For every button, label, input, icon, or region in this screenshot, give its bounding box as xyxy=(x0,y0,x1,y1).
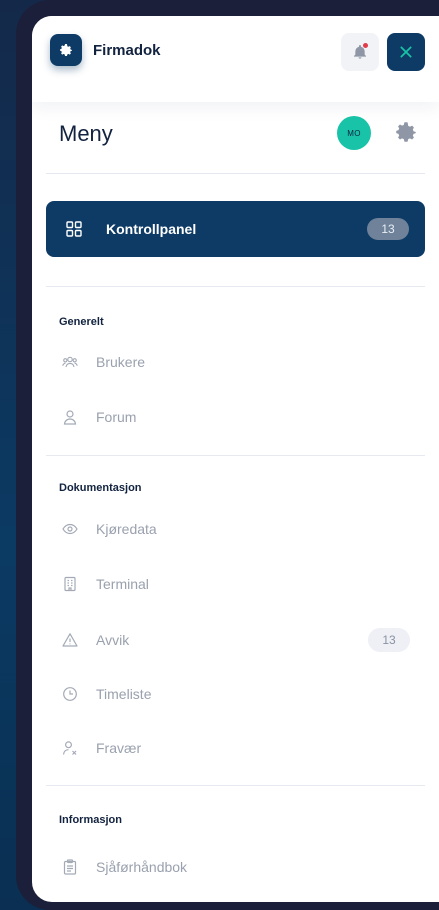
menu-item-label: Forum xyxy=(96,409,137,425)
menu-item-label: Avvik xyxy=(96,632,130,648)
menu-item-brukere[interactable]: Brukere xyxy=(46,342,425,382)
notifications-button[interactable] xyxy=(341,33,379,71)
menu-item-label: Fravær xyxy=(96,740,142,756)
divider xyxy=(46,455,425,456)
menu-item-terminal[interactable]: Terminal xyxy=(46,564,425,604)
divider xyxy=(46,785,425,786)
menu-item-kontrollpanel[interactable]: Kontrollpanel 13 xyxy=(46,201,425,257)
building-icon xyxy=(64,576,76,592)
close-icon xyxy=(400,46,412,58)
user-x-icon xyxy=(62,741,77,755)
menu-item-fravaer[interactable]: Fravær xyxy=(46,728,425,768)
gear-icon xyxy=(60,44,72,56)
settings-button[interactable] xyxy=(392,118,420,146)
close-menu-button[interactable] xyxy=(387,33,425,71)
notification-dot xyxy=(363,43,368,48)
section-title-dokumentasjon: Dokumentasjon xyxy=(59,482,142,494)
clipboard-icon xyxy=(63,859,77,875)
warning-icon xyxy=(62,633,78,647)
menu-item-label: Kontrollpanel xyxy=(106,221,197,237)
top-bar: Firmadok xyxy=(32,16,439,102)
menu-panel: Firmadok Meny MO Kontrollpanel 13 Genere… xyxy=(32,16,439,902)
user-icon xyxy=(63,410,77,425)
menu-item-label: Terminal xyxy=(96,576,149,592)
grid-icon xyxy=(66,221,82,237)
settings-gear-icon xyxy=(396,122,416,142)
divider xyxy=(46,286,425,287)
menu-item-label: Brukere xyxy=(96,354,146,370)
app-logo[interactable] xyxy=(50,34,82,66)
menu-item-sjaforhandbok[interactable]: Sjåførhåndbok xyxy=(46,847,425,887)
menu-item-timeliste[interactable]: Timeliste xyxy=(46,674,425,714)
users-icon xyxy=(62,356,78,368)
eye-icon xyxy=(62,523,78,535)
section-title-generelt: Generelt xyxy=(59,316,104,328)
brand-name: Firmadok xyxy=(93,42,161,59)
divider xyxy=(46,173,425,174)
menu-title: Meny xyxy=(59,121,113,146)
count-badge: 13 xyxy=(368,628,410,652)
menu-item-kjoredata[interactable]: Kjøredata xyxy=(46,509,425,549)
menu-item-forum[interactable]: Forum xyxy=(46,397,425,437)
menu-item-label: Sjåførhåndbok xyxy=(96,859,188,875)
menu-item-avvik[interactable]: Avvik 13 xyxy=(46,620,425,660)
avatar[interactable]: MO xyxy=(337,116,371,150)
menu-item-label: Timeliste xyxy=(96,686,152,702)
clock-icon xyxy=(63,687,77,701)
section-title-informasjon: Informasjon xyxy=(59,814,122,826)
menu-item-label: Kjøredata xyxy=(96,521,157,537)
count-badge: 13 xyxy=(367,218,409,240)
